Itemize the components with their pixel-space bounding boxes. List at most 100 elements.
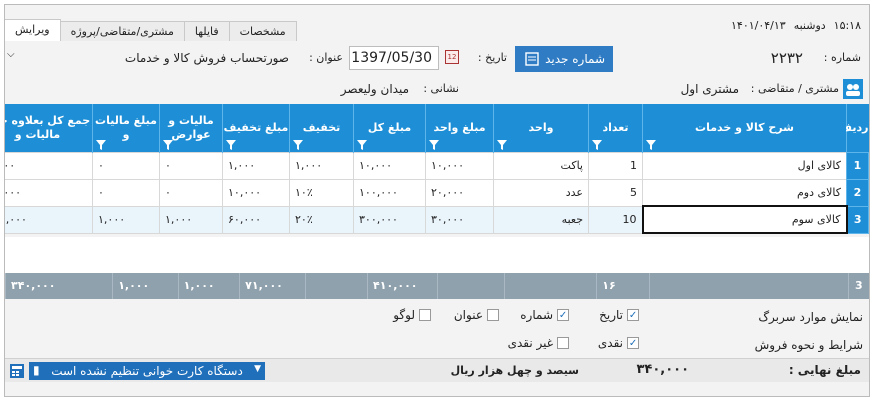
col-unit-price[interactable]: مبلغ واحد xyxy=(425,104,494,152)
checkbox-empty-icon[interactable] xyxy=(487,309,499,321)
cell-quantity[interactable]: 1 xyxy=(588,151,643,180)
cash-checkbox[interactable]: ✓ نقدی xyxy=(598,336,639,350)
cell-tax[interactable]: ۱,۰۰۰ xyxy=(159,205,223,234)
filter-icon[interactable] xyxy=(429,139,439,150)
filter-icon[interactable] xyxy=(357,139,367,150)
checkbox-empty-icon[interactable] xyxy=(557,337,569,349)
cell-discount[interactable]: ۱,۰۰۰ xyxy=(289,151,354,180)
col-row-number[interactable]: ردیف xyxy=(839,104,869,152)
tab-specs[interactable]: مشخصات xyxy=(228,21,297,41)
filter-icon[interactable] xyxy=(226,139,236,150)
cell-discount[interactable]: ۲۰٪ xyxy=(289,205,354,234)
col-quantity[interactable]: تعداد xyxy=(588,104,643,152)
chevron-down-icon[interactable]: ⌵ xyxy=(7,49,15,60)
cell-discount-amount[interactable]: ۶۰,۰۰۰ xyxy=(222,205,290,234)
filter-icon[interactable] xyxy=(592,139,602,150)
filter-icon[interactable] xyxy=(96,139,106,150)
new-number-button[interactable]: شماره جدید xyxy=(515,46,613,72)
table-row[interactable]: 1 کالای اول 1 پاکت ۱۰,۰۰۰ ۱۰,۰۰۰ ۱,۰۰۰ ۱… xyxy=(5,151,869,180)
date-label: تاریخ : xyxy=(477,51,507,64)
tab-edit[interactable]: ویرایش xyxy=(5,19,61,41)
cell-tax-amount[interactable]: ۰ xyxy=(92,151,160,180)
clock-time: ۱۵:۱۸ xyxy=(833,19,861,32)
filter-icon[interactable] xyxy=(163,139,173,150)
tab-customer-project[interactable]: مشتری/متقاضی/پروژه xyxy=(59,21,185,41)
filter-icon[interactable] xyxy=(497,139,507,150)
date-field[interactable]: 1397/05/30 xyxy=(349,46,439,70)
number-checkbox[interactable]: ✓ شماره xyxy=(520,308,569,322)
logo-checkbox[interactable]: لوگو xyxy=(393,308,431,322)
cell-discount-amount[interactable]: ۱,۰۰۰ xyxy=(222,151,290,180)
number-label: شماره : xyxy=(823,51,861,64)
address-label: نشانی : xyxy=(423,82,459,95)
customer-value[interactable]: مشتری اول xyxy=(681,82,739,96)
cell-quantity[interactable]: 5 xyxy=(588,178,643,207)
table-row[interactable]: 2 کالای دوم 5 عدد ۲۰,۰۰۰ ۱۰۰,۰۰۰ ۱۰٪ ۱۰,… xyxy=(5,178,869,207)
cell-tax[interactable]: ۰ xyxy=(159,178,223,207)
col-description[interactable]: شرح کالا و خدمات xyxy=(642,104,847,152)
cell-description[interactable]: کالای اول xyxy=(642,151,847,180)
cell-grand-total[interactable]: ۹۰,۰۰۰ xyxy=(5,178,93,207)
col-tax[interactable]: مالیات و عوارض xyxy=(159,104,223,152)
cell-unit-price[interactable]: ۱۰,۰۰۰ xyxy=(425,151,494,180)
cell-grand-total[interactable]: ۲۴۱,۰۰۰ xyxy=(5,205,93,234)
row-number[interactable]: 1 xyxy=(846,151,869,180)
cell-total[interactable]: ۱۰۰,۰۰۰ xyxy=(353,178,426,207)
cell-description[interactable]: کالای دوم xyxy=(642,178,847,207)
terms-label: شرایط و نحوه فروش xyxy=(754,338,863,352)
col-discount[interactable]: تخفیف xyxy=(289,104,354,152)
print-header-label: نمایش موارد سربرگ xyxy=(758,310,863,324)
checkbox-checked-icon[interactable]: ✓ xyxy=(557,309,569,321)
cell-unit-price[interactable]: ۳۰,۰۰۰ xyxy=(425,205,494,234)
checkbox-empty-icon[interactable] xyxy=(419,309,431,321)
checkbox-checked-icon[interactable]: ✓ xyxy=(627,337,639,349)
title-field[interactable]: صورتحساب فروش کالا و خدمات ⌵ xyxy=(5,46,295,70)
cell-total[interactable]: ۱۰,۰۰۰ xyxy=(353,151,426,180)
total-grand: ۳۴۰,۰۰۰ xyxy=(5,273,112,299)
address-value[interactable]: میدان ولیعصر xyxy=(341,82,409,96)
cell-discount-amount[interactable]: ۱۰,۰۰۰ xyxy=(222,178,290,207)
date-checkbox[interactable]: ✓ تاریخ xyxy=(599,308,639,322)
dropdown-arrow-icon[interactable]: ▼ xyxy=(254,364,261,374)
cell-unit[interactable]: عدد xyxy=(493,178,589,207)
title-checkbox[interactable]: عنوان xyxy=(454,308,499,322)
header-print-options: نمایش موارد سربرگ ✓ تاریخ ✓ شماره عنوان لو… xyxy=(5,303,869,329)
cell-total[interactable]: ۳۰۰,۰۰۰ xyxy=(353,205,426,234)
cell-unit[interactable]: جعبه xyxy=(493,205,589,234)
cell-tax-amount[interactable]: ۰ xyxy=(92,178,160,207)
noncash-checkbox[interactable]: غیر نقدی xyxy=(508,336,569,350)
col-total[interactable]: مبلغ کل xyxy=(353,104,426,152)
card-reader-status[interactable]: دستگاه کارت خوانی تنظیم نشده است ▼ ▮ xyxy=(29,362,265,380)
row-number[interactable]: 2 xyxy=(846,178,869,207)
date-value: 1397/05/30 xyxy=(351,50,432,66)
calendar-icon[interactable]: 12 xyxy=(445,50,459,64)
footer-bar: مبلغ نهایی : ۳۴۰,۰۰۰ سیصد و چهل هزار ریا… xyxy=(5,358,869,382)
cell-grand-total[interactable]: ۹,۰۰۰ xyxy=(5,151,93,180)
col-unit[interactable]: واحد xyxy=(493,104,589,152)
table-header-row: ردیف شرح کالا و خدمات تعداد واحد مبلغ وا… xyxy=(5,104,869,152)
cell-discount[interactable]: ۱۰٪ xyxy=(289,178,354,207)
cell-description-editing[interactable]: کالای سوم xyxy=(641,205,848,234)
title-value: صورتحساب فروش کالا و خدمات xyxy=(124,51,289,65)
table-row-selected[interactable]: 3 کالای سوم 10 جعبه ۳۰,۰۰۰ ۳۰۰,۰۰۰ ۲۰٪ ۶… xyxy=(5,205,869,234)
checkbox-checked-icon[interactable]: ✓ xyxy=(627,309,639,321)
clock-weekday: دوشنبه xyxy=(793,19,826,32)
filter-icon[interactable] xyxy=(293,139,303,150)
cell-unit-price[interactable]: ۲۰,۰۰۰ xyxy=(425,178,494,207)
calculator-icon[interactable] xyxy=(9,363,25,379)
col-grand-total[interactable]: جمع کل بعلاوه جمع مالیات و xyxy=(5,104,93,152)
table-empty-area[interactable] xyxy=(5,237,869,273)
date-checkbox-label: تاریخ xyxy=(599,308,623,322)
tab-files[interactable]: فایلها xyxy=(183,21,230,41)
row-number[interactable]: 3 xyxy=(846,205,869,234)
cell-unit[interactable]: پاکت xyxy=(493,151,589,180)
col-discount-amount[interactable]: مبلغ تخفیف xyxy=(222,104,290,152)
cell-tax-amount[interactable]: ۱,۰۰۰ xyxy=(92,205,160,234)
customers-icon[interactable] xyxy=(843,79,863,99)
filter-icon[interactable] xyxy=(646,139,656,150)
col-tax-amount[interactable]: مبلغ مالیات و xyxy=(92,104,160,152)
cell-quantity[interactable]: 10 xyxy=(588,205,643,234)
total-count: 3 xyxy=(847,273,869,299)
cell-tax[interactable]: ۰ xyxy=(159,151,223,180)
total-tax-amount: ۱,۰۰۰ xyxy=(112,273,177,299)
